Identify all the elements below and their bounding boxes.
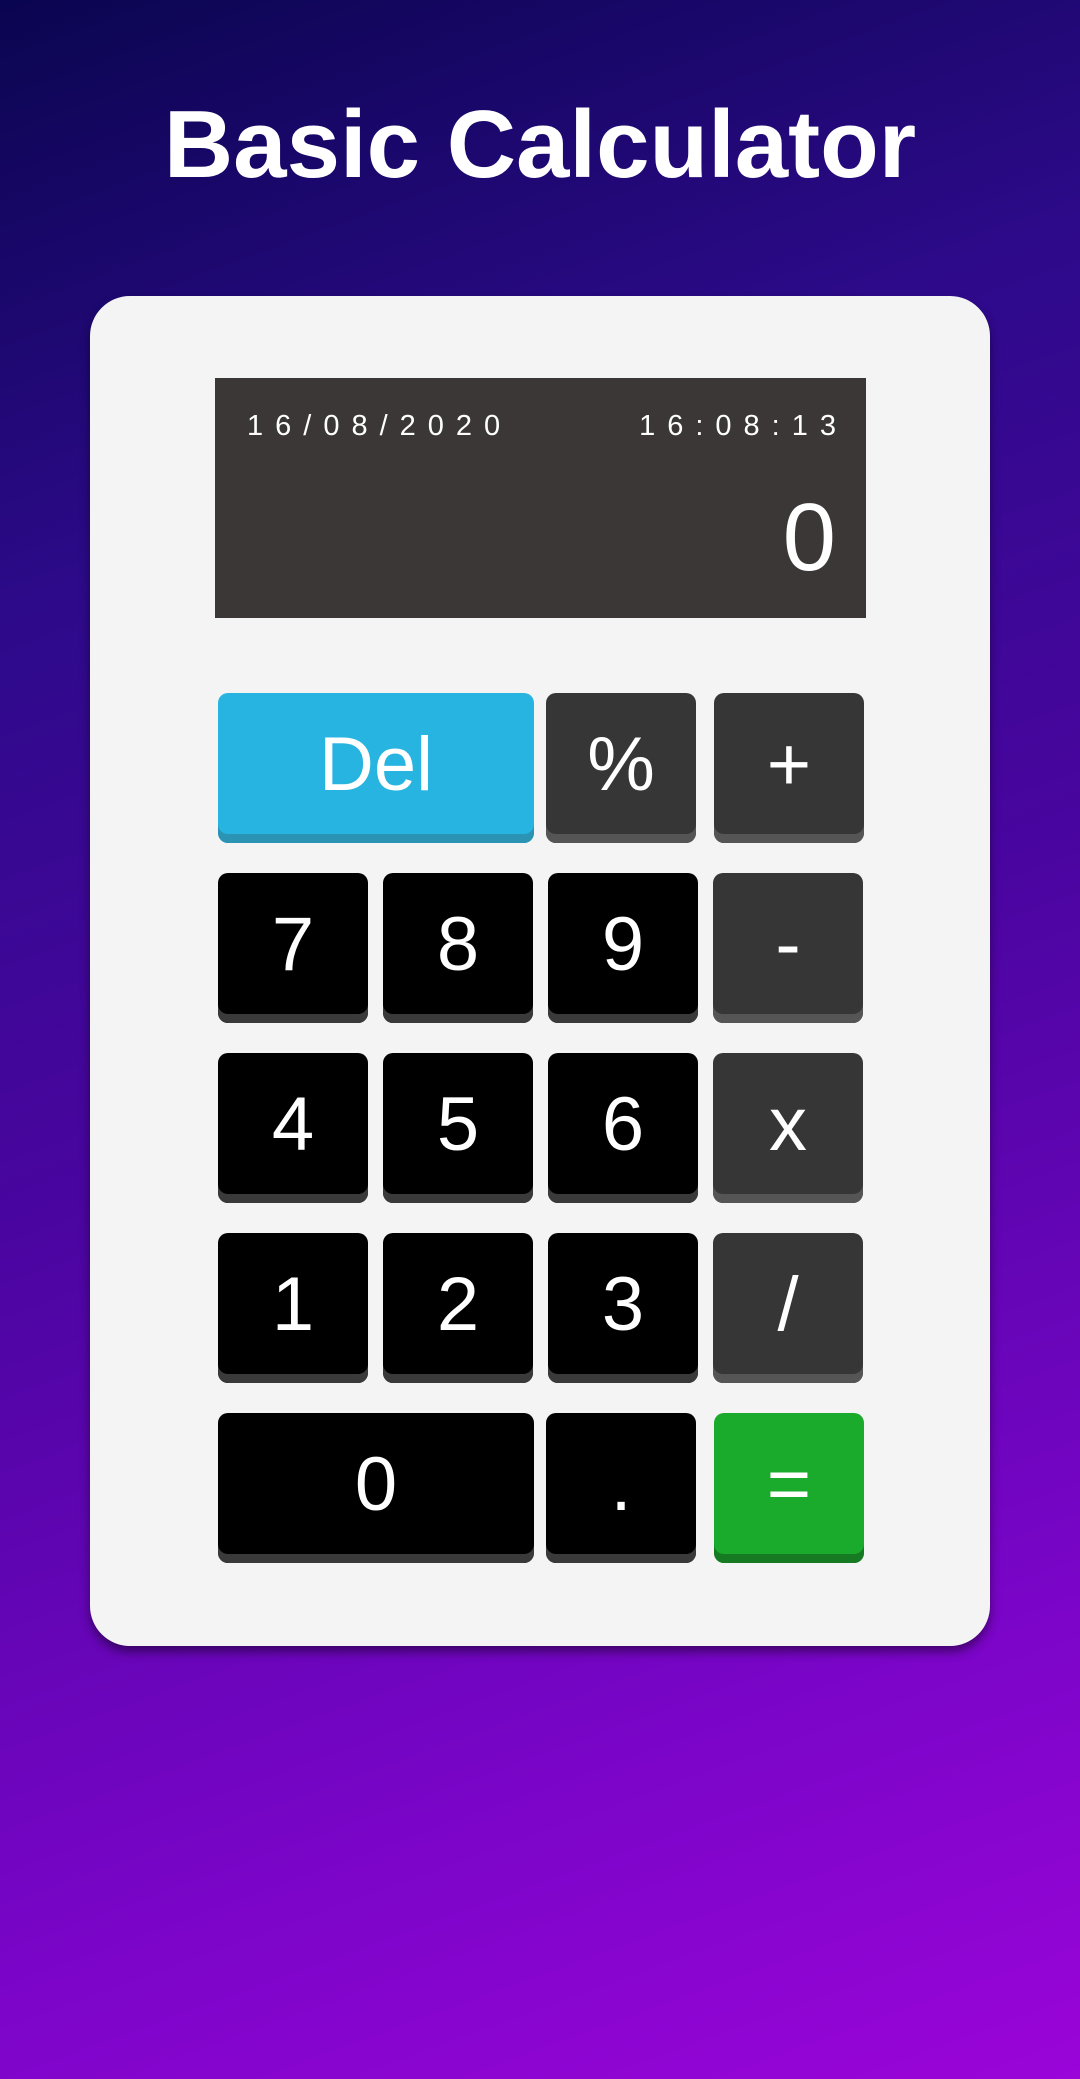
minus-button[interactable]: - <box>713 873 863 1023</box>
display-time: 16:08:13 <box>639 410 848 442</box>
digit-0-button[interactable]: 0 <box>218 1413 534 1563</box>
divide-button[interactable]: / <box>713 1233 863 1383</box>
display-date: 16/08/2020 <box>247 410 513 442</box>
digit-6-button[interactable]: 6 <box>548 1053 698 1203</box>
app-title: Basic Calculator <box>163 91 917 198</box>
calculator-card: 16/08/2020 16:08:13 0 Del % + 7 8 9 - 4 … <box>90 296 990 1646</box>
delete-button[interactable]: Del <box>218 693 534 843</box>
decimal-point-button[interactable]: . <box>546 1413 696 1563</box>
equals-button[interactable]: = <box>714 1413 864 1563</box>
digit-7-button[interactable]: 7 <box>218 873 368 1023</box>
calculator-display: 16/08/2020 16:08:13 0 <box>215 378 866 618</box>
digit-2-button[interactable]: 2 <box>383 1233 533 1383</box>
percent-button[interactable]: % <box>546 693 696 843</box>
digit-5-button[interactable]: 5 <box>383 1053 533 1203</box>
digit-4-button[interactable]: 4 <box>218 1053 368 1203</box>
digit-9-button[interactable]: 9 <box>548 873 698 1023</box>
display-value: 0 <box>782 484 836 591</box>
digit-1-button[interactable]: 1 <box>218 1233 368 1383</box>
digit-3-button[interactable]: 3 <box>548 1233 698 1383</box>
multiply-button[interactable]: x <box>713 1053 863 1203</box>
digit-8-button[interactable]: 8 <box>383 873 533 1023</box>
plus-button[interactable]: + <box>714 693 864 843</box>
